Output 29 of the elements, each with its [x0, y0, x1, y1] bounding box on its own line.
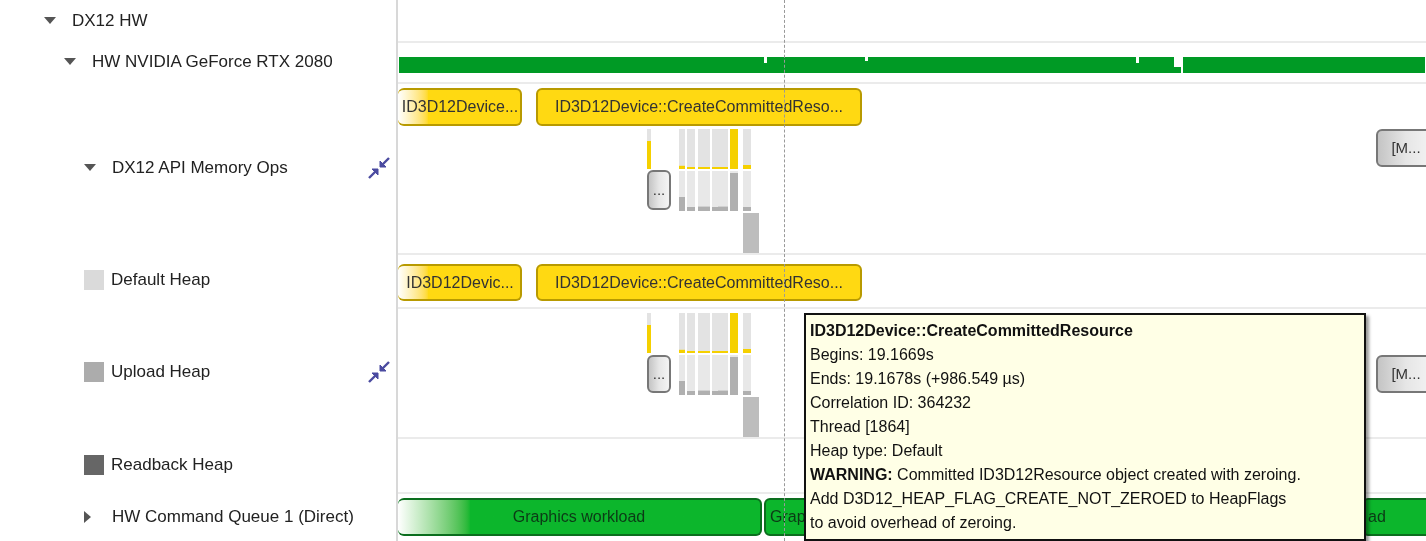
track-label: HW NVIDIA GeForce RTX 2080 — [92, 50, 334, 73]
api-call-event[interactable]: ID3D12Device::CreateCommittedReso... — [536, 88, 862, 126]
expanded-caret-icon[interactable] — [84, 164, 96, 171]
tooltip-line: to avoid overhead of zeroing. — [810, 513, 1018, 533]
tooltip-line: Thread [1864] — [810, 417, 911, 437]
tooltip-line: Heap type: Default — [810, 441, 944, 461]
collapsed-events-button[interactable]: ... — [647, 355, 671, 393]
tooltip-line: Begins: 19.1669s — [810, 345, 935, 365]
compress-arrows-icon[interactable] — [368, 156, 390, 179]
expanded-caret-icon[interactable] — [64, 58, 76, 65]
collapsed-caret-icon[interactable] — [84, 510, 91, 523]
track-label: DX12 HW — [72, 9, 149, 32]
track-label: Upload Heap — [111, 361, 212, 384]
collapsed-events-button[interactable]: [M... — [1376, 129, 1426, 167]
collapsed-events-button[interactable]: [M... — [1376, 355, 1426, 393]
tooltip-line: Correlation ID: 364232 — [810, 393, 972, 413]
tooltip-title: ID3D12Device::CreateCommittedResource — [810, 321, 1134, 341]
collapsed-events-button[interactable]: ... — [647, 170, 671, 210]
tooltip-line: Add D3D12_HEAP_FLAG_CREATE_NOT_ZEROED to HeapFlags — [810, 489, 1288, 509]
api-call-event[interactable]: ID3D12Device::CreateCommittedReso... — [536, 264, 862, 301]
tooltip-line: WARNING: Committed ID3D12Resource object created with zeroing. — [810, 465, 1302, 485]
track-label: Readback Heap — [111, 453, 234, 476]
tooltip-line: Ends: 19.1678s (+986.549 µs) — [810, 369, 1027, 389]
track-label: HW Command Queue 1 (Direct) — [112, 505, 355, 528]
compress-arrows-icon[interactable] — [368, 361, 390, 383]
expanded-caret-icon[interactable] — [44, 17, 56, 24]
track-label: Default Heap — [111, 269, 212, 292]
workload-event[interactable]: Graphics workload — [398, 498, 762, 536]
track-label: DX12 API Memory Ops — [112, 156, 289, 179]
